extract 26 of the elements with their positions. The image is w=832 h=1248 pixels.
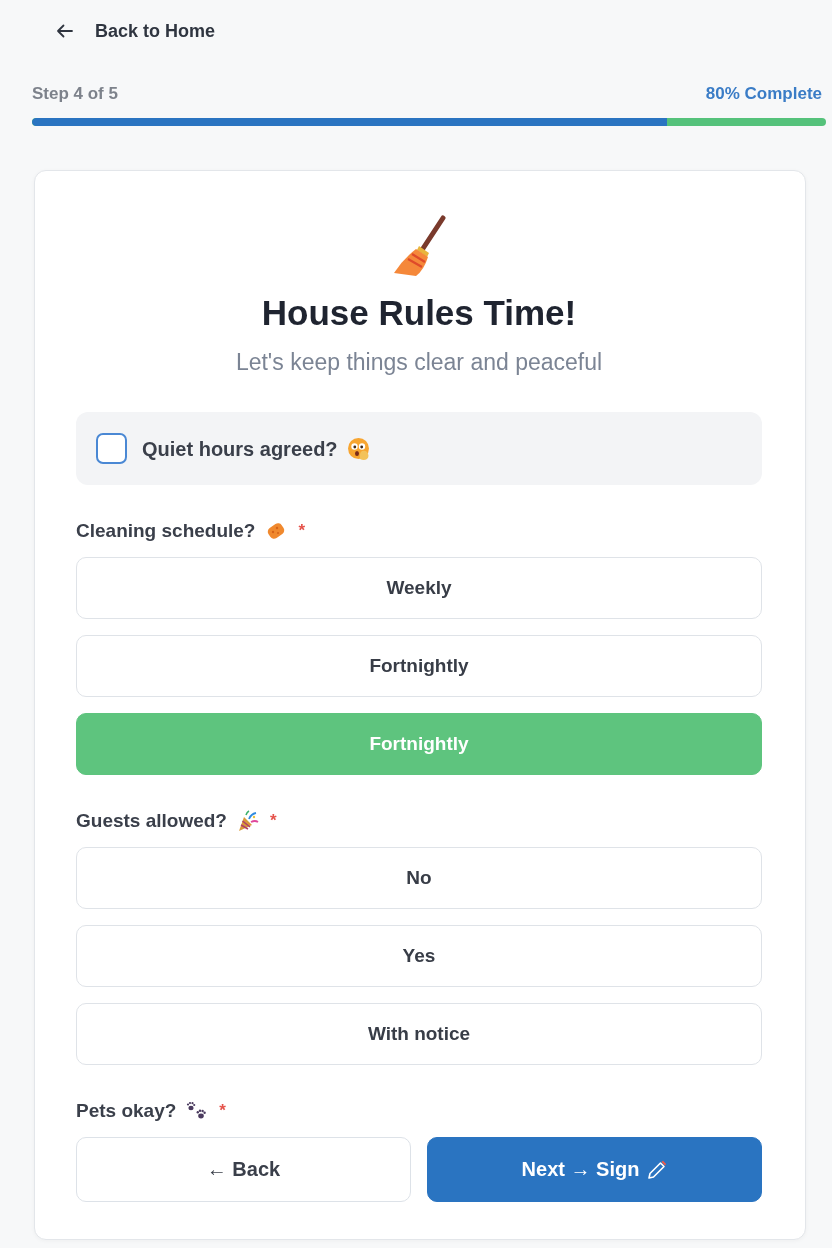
arrow-left-icon bbox=[56, 24, 73, 38]
surprised-face-icon bbox=[346, 436, 371, 461]
required-mark: * bbox=[219, 1100, 226, 1122]
step-label: Step 4 of 5 bbox=[32, 84, 118, 104]
back-button[interactable]: ← Back bbox=[76, 1137, 411, 1202]
question-label: Cleaning schedule? bbox=[76, 519, 256, 543]
next-button[interactable]: Next → Sign bbox=[427, 1137, 762, 1202]
option-button[interactable]: Fortnightly bbox=[76, 635, 762, 697]
question-label: Pets okay? bbox=[76, 1099, 177, 1123]
page-title: House Rules Time! bbox=[261, 292, 577, 334]
option-button[interactable]: No bbox=[76, 847, 762, 909]
required-mark: * bbox=[270, 810, 277, 832]
required-mark: * bbox=[298, 520, 306, 542]
option-button[interactable]: With notice bbox=[76, 1003, 762, 1065]
checkbox[interactable] bbox=[96, 433, 127, 464]
checkbox-label: Quiet hours agreed? bbox=[142, 436, 338, 461]
broom-icon bbox=[391, 215, 447, 277]
progress-percent: 80% Complete bbox=[705, 84, 822, 104]
option-button[interactable]: Yes bbox=[76, 925, 762, 987]
page-subtitle: Let's keep things clear and peaceful bbox=[235, 348, 603, 377]
back-link[interactable]: Back to Home bbox=[44, 12, 228, 50]
party-popper-icon bbox=[237, 810, 259, 832]
question-label: Guests allowed? bbox=[76, 809, 227, 833]
pencil-icon bbox=[647, 1159, 668, 1180]
option-button[interactable]: Weekly bbox=[76, 557, 762, 619]
paw-prints-icon bbox=[186, 1101, 209, 1121]
